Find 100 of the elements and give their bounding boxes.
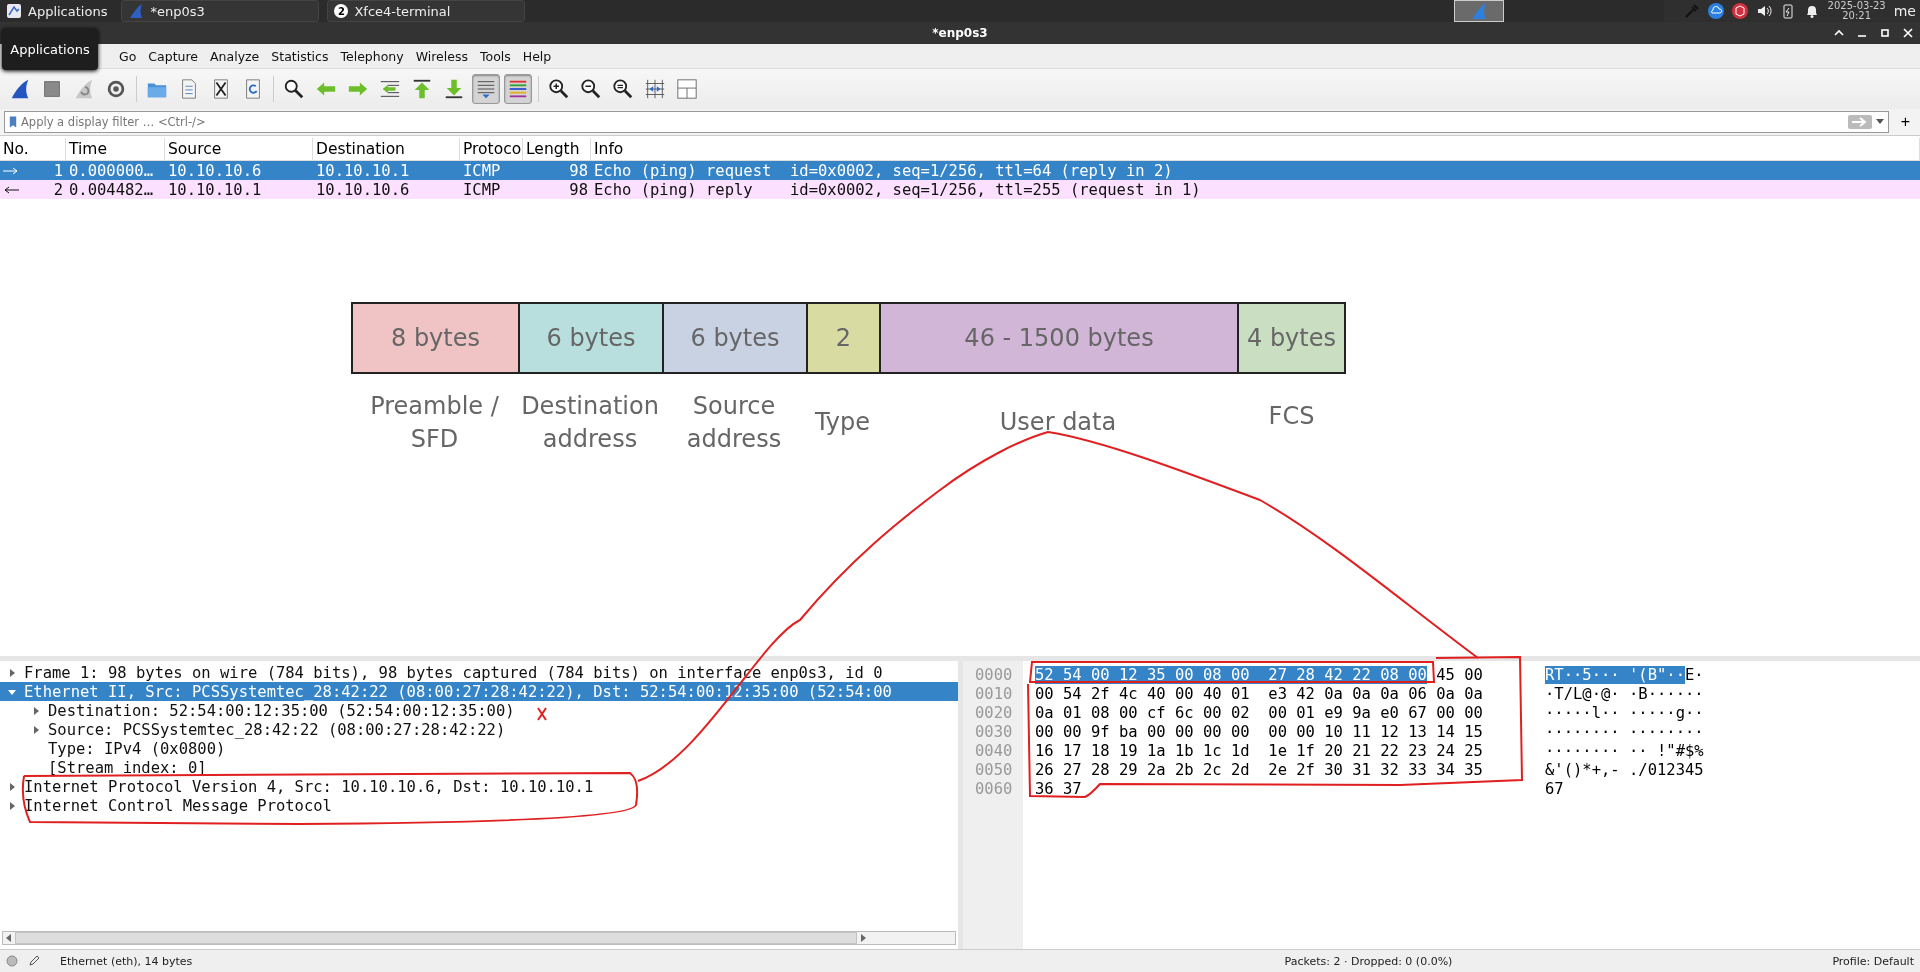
date-text: 2025-03-23 [1827, 1, 1886, 11]
field-size: 6 bytes [690, 324, 780, 352]
menu-item[interactable]: Tools [475, 48, 516, 64]
tooltip: Applications [2, 28, 98, 70]
bookmark-icon[interactable] [9, 115, 17, 129]
horizontal-scrollbar[interactable] [2, 931, 956, 945]
tree-item[interactable]: [Stream index: 0] [0, 758, 958, 777]
menu-item[interactable]: Telephony [335, 48, 409, 64]
shark-fin-icon [9, 78, 31, 100]
ascii-bytes[interactable]: ········ ·· !"#$% [1545, 741, 1704, 760]
ascii-bytes[interactable]: RT··5··· '(B"·· [1545, 665, 1685, 684]
search-icon [283, 78, 305, 100]
dropdown-caret-icon[interactable] [1875, 119, 1884, 125]
taskbar-app-button[interactable] [1453, 0, 1504, 22]
column-header[interactable]: Time [66, 138, 165, 160]
packet-row[interactable]: 2 0.004482… 10.10.10.1 10.10.10.6 ICMP 98 Echo (ping) reply id=0x0002, seq=1/256, ttl=255 (request in 1) [0, 180, 1920, 199]
profile-label[interactable]: Profile: Default [1832, 954, 1914, 968]
tree-item[interactable]: Source: PCSSystemtec_28:42:22 (08:00:27:28:42:22) [0, 720, 958, 739]
autoscroll-icon [475, 78, 497, 100]
applications-menu-button[interactable]: Applications [0, 0, 114, 22]
packet-row[interactable]: 1 0.000000… 10.10.10.6 10.10.10.1 ICMP 98 Echo (ping) request id=0x0002, seq=1/256, ttl=64 (reply in 2) [0, 161, 1920, 180]
add-filter-button[interactable]: + [1894, 113, 1916, 131]
edit-comment-icon[interactable] [28, 955, 40, 967]
column-header[interactable]: No. [0, 138, 66, 160]
filter-input[interactable]: Apply a display filter … <Ctrl-/> [21, 115, 1844, 129]
ascii-bytes[interactable]: ·T/L@·@· ·B······ [1545, 684, 1704, 703]
window-title: *enp0s3 [932, 26, 988, 40]
byte-offset: 0050 [974, 760, 1014, 779]
arrow-down-icon [443, 78, 465, 100]
caret-down-icon [8, 687, 16, 696]
byte-offset: 0040 [974, 741, 1014, 760]
hex-bytes[interactable]: 16 17 18 19 1a 1b 1c 1d 1e 1f 20 21 22 23 24 25 [1035, 741, 1483, 760]
menu-item[interactable]: Wireless [410, 48, 473, 64]
hex-bytes[interactable]: 00 54 2f 4c 40 00 40 01 e3 42 0a 0a 0a 06 0a 0a [1035, 684, 1483, 703]
volume-icon[interactable] [1755, 3, 1772, 19]
taskbar-window-button[interactable]: *enp0s3 [121, 0, 320, 22]
restart-fin-icon [73, 78, 95, 100]
field-label: Source address [685, 391, 783, 455]
packet-number: 2 [53, 180, 63, 199]
clock[interactable]: 2025-03-23 20:21 [1827, 1, 1886, 21]
field-label: Type [814, 407, 871, 438]
ascii-bytes[interactable]: ·····l·· ·····g·· [1545, 703, 1704, 722]
gear-icon [105, 78, 127, 100]
packet-cell: 10.10.10.1 [168, 180, 262, 199]
field-size: 8 bytes [391, 324, 480, 352]
column-header[interactable]: Protoco [460, 138, 523, 160]
hex-bytes[interactable]: 26 27 28 29 2a 2b 2c 2d 2e 2f 30 31 32 33 34 35 [1035, 760, 1483, 779]
packet-cell: 98 [569, 180, 588, 199]
field-label: Preamble / SFD [369, 391, 500, 455]
packet-cell: 10.10.10.1 [316, 161, 410, 180]
byte-offset: 0020 [974, 703, 1014, 722]
packet-cell: Echo (ping) request id=0x0002, seq=1/256, ttl=64 (reply in 2) [594, 161, 1173, 180]
column-header[interactable]: Info [591, 138, 1920, 160]
tree-item[interactable]: Type: IPv4 (0x0800) [0, 739, 958, 758]
caret-right-icon [32, 725, 40, 734]
close-icon[interactable] [1902, 27, 1914, 39]
ascii-bytes[interactable]: E· [1685, 665, 1704, 684]
byte-offset: 0010 [974, 684, 1014, 703]
packet-number: 1 [53, 161, 63, 180]
hex-bytes[interactable]: 45 00 [1426, 665, 1483, 684]
packet-cell: ICMP [463, 180, 501, 199]
ascii-bytes[interactable]: 67 [1545, 779, 1564, 798]
tree-item[interactable]: Destination: 52:54:00:12:35:00 (52:54:00:12:35:00) [0, 701, 958, 720]
menu-item[interactable]: Go [114, 48, 142, 64]
hex-bytes[interactable]: 00 00 9f ba 00 00 00 00 00 00 10 11 12 13 14 15 [1035, 722, 1483, 741]
menu-item[interactable]: Statistics [266, 48, 334, 64]
arrow-left-icon [3, 185, 19, 194]
menu-item[interactable]: Capture [143, 48, 204, 64]
packet-cell: 0.004482… [69, 180, 153, 199]
caret-right-icon [32, 706, 40, 715]
column-header[interactable]: Destination [313, 138, 460, 160]
cross-mark [537, 707, 547, 721]
packet-cell: 0.000000… [69, 161, 153, 180]
field-label: Destination address [520, 391, 660, 455]
hex-bytes[interactable]: 0a 01 08 00 cf 6c 00 02 00 01 e9 9a e0 67 00 00 [1035, 703, 1483, 722]
byte-offset: 0060 [974, 779, 1014, 798]
tree-item[interactable]: Internet Protocol Version 4, Src: 10.10.10.6, Dst: 10.10.10.1 [0, 777, 958, 796]
menu-item[interactable]: Help [517, 48, 557, 64]
field-label: FCS [1268, 401, 1315, 432]
caret-right-icon [8, 782, 16, 791]
column-header[interactable]: Length [523, 138, 591, 160]
ascii-bytes[interactable]: &'()*+,- ./012345 [1545, 760, 1704, 779]
packet-count: Packets: 2 · Dropped: 0 (0.0%) [1284, 954, 1453, 968]
arrow-right-icon [3, 166, 19, 175]
packet-cell: 10.10.10.6 [316, 180, 410, 199]
menu-item[interactable]: Analyze [205, 48, 265, 64]
hex-bytes[interactable]: 36 37 [1035, 779, 1082, 798]
shark-fin-icon [128, 3, 145, 19]
taskbar-window-button[interactable]: 2 Xfce4-terminal [327, 0, 526, 22]
display-filter-field[interactable]: Apply a display filter … <Ctrl-/> [4, 111, 1889, 133]
byte-offset: 0030 [974, 722, 1014, 741]
column-header[interactable]: Source [165, 138, 313, 160]
ascii-bytes[interactable]: ········ ········ [1545, 722, 1704, 741]
user-name[interactable]: me [1893, 3, 1916, 19]
field-size: 4 bytes [1247, 324, 1336, 352]
field-label: User data [999, 407, 1117, 438]
maximize-icon[interactable] [1879, 27, 1891, 39]
cloud-icon[interactable] [1707, 3, 1724, 19]
byte-offset: 0000 [974, 665, 1014, 684]
tree-item[interactable]: Internet Control Message Protocol [0, 796, 958, 815]
